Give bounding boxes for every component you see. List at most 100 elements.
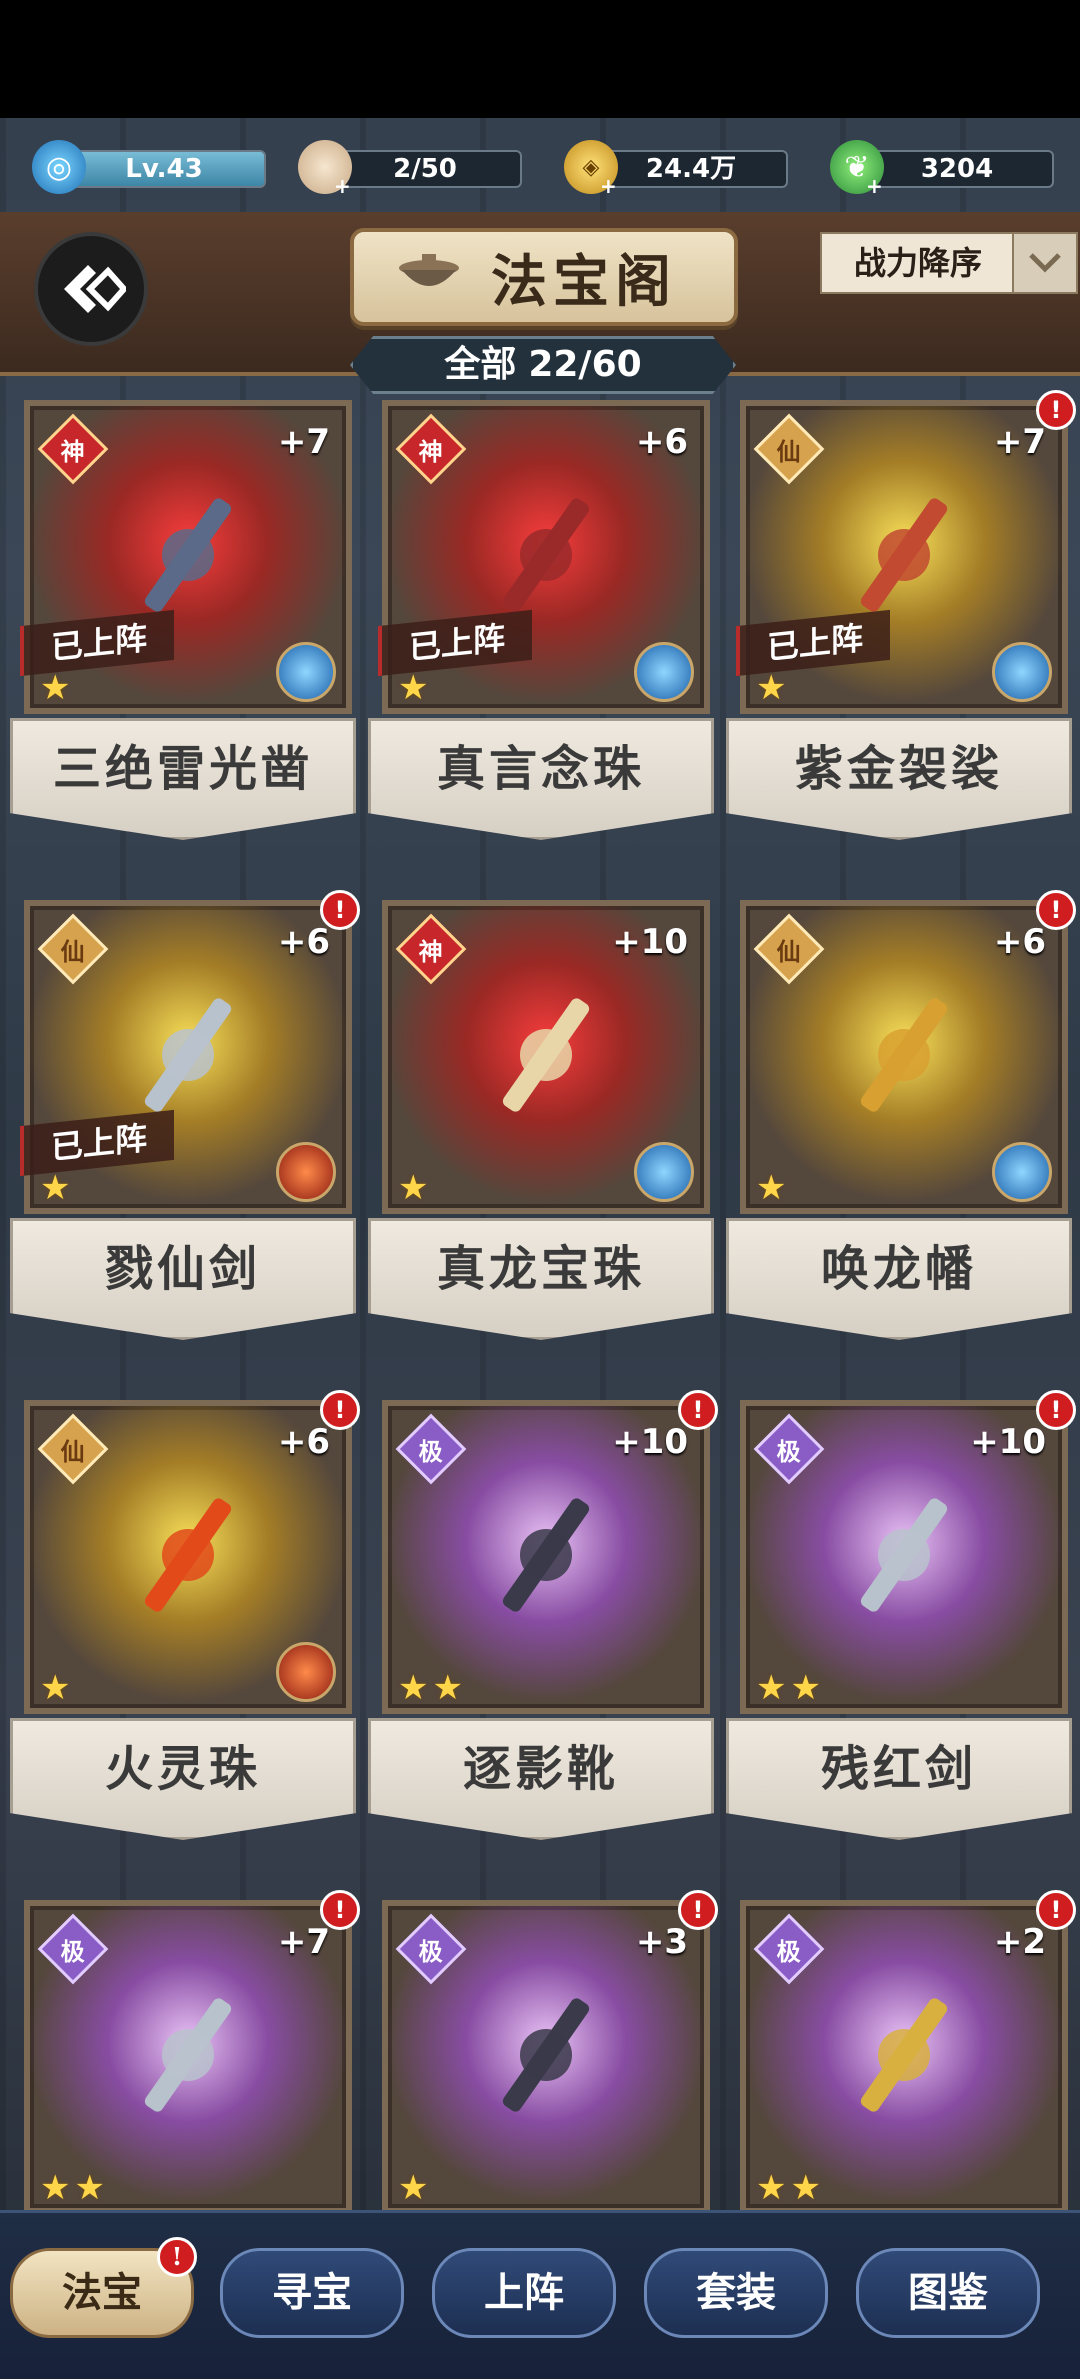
tab-search[interactable]: 寻宝: [220, 2248, 404, 2338]
treasure-card[interactable]: 仙 +6! ★ 唤龙幡: [726, 888, 1076, 1368]
sort-dropdown[interactable]: 战力降序: [820, 232, 1078, 294]
star-rating: ★: [40, 1168, 70, 1208]
treasure-card[interactable]: 极 +10! ★ ★ 残红剑: [726, 1388, 1076, 1868]
tier-label: 仙: [61, 1437, 85, 1466]
tab-codex[interactable]: 图鉴: [856, 2248, 1040, 2338]
treasure-frame[interactable]: 仙 +7! 已上阵 ★: [736, 390, 1076, 714]
tab-deploy[interactable]: 上阵: [432, 2248, 616, 2338]
add-coins-icon[interactable]: +: [600, 174, 617, 198]
star-icon: ★: [74, 2168, 105, 2208]
treasure-name-plate: 三绝雷光凿: [10, 718, 356, 840]
treasure-name-plate: 紫金袈裟: [726, 718, 1072, 840]
treasure-item-icon: [829, 1480, 979, 1634]
star-rating: ★: [40, 668, 70, 708]
alert-icon: !: [1036, 1390, 1076, 1430]
star-rating: ★: [398, 2168, 428, 2208]
tier-label: 极: [419, 1937, 443, 1966]
star-icon: ★: [40, 1168, 71, 1208]
treasure-name-plate: 残红剑: [726, 1718, 1072, 1840]
treasure-frame[interactable]: 极 +10! ★ ★: [740, 1390, 1076, 1714]
stamina-display[interactable]: 2/50 +: [298, 140, 522, 198]
treasure-item-icon: [113, 1980, 263, 2134]
star-rating: ★: [40, 1668, 70, 1708]
treasure-card[interactable]: 仙 +7! 已上阵 ★ 紫金袈裟: [726, 388, 1076, 868]
tab-label: 套装: [696, 2269, 776, 2316]
jade-display[interactable]: 3204 ❦ +: [830, 140, 1054, 198]
element-icon: [276, 1642, 336, 1702]
star-icon: ★: [756, 2168, 787, 2208]
star-icon: ★: [398, 1668, 429, 1708]
enhance-level: +10: [970, 1422, 1046, 1462]
sort-label: 战力降序: [853, 244, 982, 282]
enhance-level: +10: [612, 1422, 688, 1462]
tab-set[interactable]: 套装: [644, 2248, 828, 2338]
treasure-frame[interactable]: 极 +7! ★ ★: [24, 1890, 360, 2214]
jade-value: 3204: [860, 150, 1054, 188]
treasure-frame[interactable]: 极 +3! ★: [382, 1890, 718, 2214]
treasure-frame[interactable]: 神 +7 已上阵 ★: [20, 400, 352, 714]
star-icon: ★: [756, 1168, 787, 1208]
enhance-level: +6: [993, 922, 1046, 962]
treasure-name-plate: 逐影靴: [368, 1718, 714, 1840]
treasure-frame[interactable]: 仙 +6! ★: [24, 1390, 360, 1714]
chevron-down-icon[interactable]: [1012, 234, 1076, 292]
tier-label: 神: [61, 437, 85, 466]
star-icon: ★: [398, 1168, 429, 1208]
treasure-card[interactable]: 极 +10! ★ ★ 逐影靴: [368, 1388, 718, 1868]
treasure-item-icon: [471, 480, 621, 634]
treasure-name-plate: 戮仙剑: [10, 1218, 356, 1340]
tab-treasure[interactable]: 法宝!: [10, 2237, 197, 2338]
element-icon: [992, 1142, 1052, 1202]
tier-label: 极: [777, 1437, 801, 1466]
tier-label: 极: [777, 1937, 801, 1966]
treasure-name: 唤龙幡: [820, 1241, 977, 1297]
star-icon: ★: [40, 2168, 71, 2208]
level-display[interactable]: Lv.43 ◎: [32, 140, 266, 194]
treasure-frame[interactable]: 极 +2! ★ ★: [740, 1890, 1076, 2214]
treasure-frame[interactable]: 神 +6 已上阵 ★: [378, 400, 710, 714]
alert-icon: !: [1036, 890, 1076, 930]
treasure-card[interactable]: 神 +6 已上阵 ★ 真言念珠: [368, 388, 714, 868]
enhance-level: +7: [277, 422, 330, 462]
page-title: 法宝阁: [491, 248, 677, 315]
star-icon: ★: [790, 2168, 821, 2208]
treasure-name-plate: 真龙宝珠: [368, 1218, 714, 1340]
enhance-level: +7: [993, 422, 1046, 462]
star-icon: ★: [756, 1668, 787, 1708]
treasure-frame[interactable]: 仙 +6! 已上阵 ★: [20, 890, 360, 1214]
treasure-name: 残红剑: [820, 1741, 977, 1797]
treasure-frame[interactable]: 仙 +6! ★: [740, 890, 1076, 1214]
treasure-name: 真言念珠: [436, 741, 645, 797]
treasure-card[interactable]: 神 +10 ★ 真龙宝珠: [368, 888, 714, 1368]
alert-icon: !: [320, 1390, 360, 1430]
treasure-frame[interactable]: 极 +10! ★ ★: [382, 1390, 718, 1714]
filter-label: 全部: [444, 344, 517, 385]
element-icon: [634, 1142, 694, 1202]
tier-label: 神: [419, 937, 443, 966]
star-icon: ★: [790, 1668, 821, 1708]
add-jade-icon[interactable]: +: [866, 174, 883, 198]
alert-icon: !: [678, 1390, 718, 1430]
coins-display[interactable]: 24.4万 ◈ +: [564, 140, 788, 198]
tier-label: 仙: [61, 937, 85, 966]
enhance-level: +2: [993, 1922, 1046, 1962]
add-stamina-icon[interactable]: +: [334, 174, 351, 198]
star-icon: ★: [398, 2168, 429, 2208]
star-icon: ★: [40, 668, 71, 708]
tab-label: 寻宝: [272, 2269, 352, 2316]
treasure-card[interactable]: 神 +7 已上阵 ★ 三绝雷光凿: [10, 388, 356, 868]
enhance-level: +6: [635, 422, 688, 462]
treasure-card[interactable]: 仙 +6! 已上阵 ★ 戮仙剑: [10, 888, 360, 1368]
tier-label: 极: [61, 1937, 85, 1966]
star-icon: ★: [432, 1668, 463, 1708]
alert-icon: !: [157, 2237, 197, 2277]
treasure-item-icon: [829, 1980, 979, 2134]
treasure-item-icon: [471, 1480, 621, 1634]
element-icon: [276, 642, 336, 702]
star-rating: ★: [398, 668, 428, 708]
back-button[interactable]: [34, 232, 148, 346]
treasure-frame[interactable]: 神 +10 ★: [382, 900, 710, 1214]
treasure-card[interactable]: 仙 +6! ★ 火灵珠: [10, 1388, 360, 1868]
element-icon: [634, 642, 694, 702]
treasure-item-icon: [829, 980, 979, 1134]
